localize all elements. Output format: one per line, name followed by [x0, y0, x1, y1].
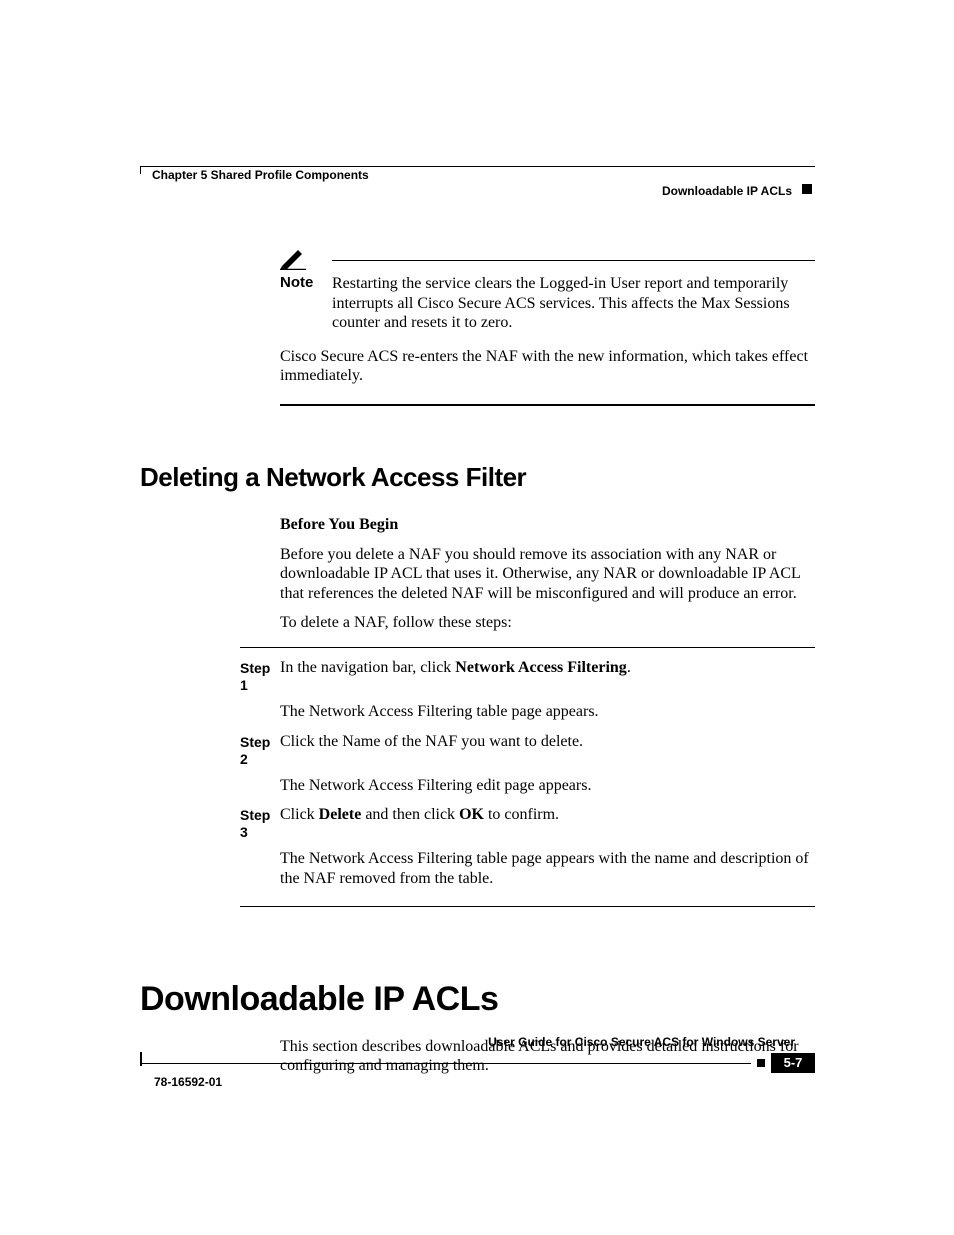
steps-end-rule	[240, 906, 815, 907]
heading-2: Deleting a Network Access Filter	[140, 462, 815, 494]
page-number: 5-7	[771, 1053, 815, 1073]
paragraph: Cisco Secure ACS re-enters the NAF with …	[280, 347, 815, 386]
step-label: Step 2	[240, 732, 280, 768]
footer-square-marker	[757, 1059, 765, 1067]
step-subtext: The Network Access Filtering edit page a…	[280, 776, 815, 796]
header-tick	[140, 166, 141, 174]
step-subtext: The Network Access Filtering table page …	[280, 702, 815, 722]
step-row: Step 1 In the navigation bar, click Netw…	[240, 658, 815, 694]
header-rule	[140, 166, 815, 167]
step-text: Click Delete and then click OK to confir…	[280, 805, 815, 841]
page-footer: User Guide for Cisco Secure ACS for Wind…	[140, 1035, 815, 1089]
chapter-label: Chapter 5 Shared Profile Components	[152, 168, 369, 182]
before-you-begin-label: Before You Begin	[280, 515, 815, 535]
footer-rule	[140, 1063, 751, 1064]
page-content: Note Restarting the service clears the L…	[140, 248, 815, 1076]
paragraph: Before you delete a NAF you should remov…	[280, 545, 815, 604]
footer-guide-title: User Guide for Cisco Secure ACS for Wind…	[140, 1035, 815, 1049]
note-rule	[332, 260, 815, 261]
header-end-marker	[802, 184, 812, 194]
paragraph: To delete a NAF, follow these steps:	[280, 613, 815, 633]
steps-start-rule	[240, 647, 815, 648]
step-text: Click the Name of the NAF you want to de…	[280, 732, 815, 768]
footer-tick	[140, 1052, 142, 1066]
heading-1: Downloadable IP ACLs	[140, 979, 815, 1020]
section-label: Downloadable IP ACLs	[662, 184, 792, 198]
step-text: In the navigation bar, click Network Acc…	[280, 658, 815, 694]
note-block: Note Restarting the service clears the L…	[280, 248, 815, 333]
note-text: Restarting the service clears the Logged…	[332, 274, 815, 333]
step-subtext: The Network Access Filtering table page …	[280, 849, 815, 888]
step-row: Step 3 Click Delete and then click OK to…	[240, 805, 815, 841]
section-end-rule	[280, 404, 815, 406]
pencil-icon	[280, 248, 332, 270]
step-label: Step 3	[240, 805, 280, 841]
note-label: Note	[280, 274, 332, 292]
step-row: Step 2 Click the Name of the NAF you wan…	[240, 732, 815, 768]
step-label: Step 1	[240, 658, 280, 694]
footer-doc-number: 78-16592-01	[154, 1075, 815, 1089]
